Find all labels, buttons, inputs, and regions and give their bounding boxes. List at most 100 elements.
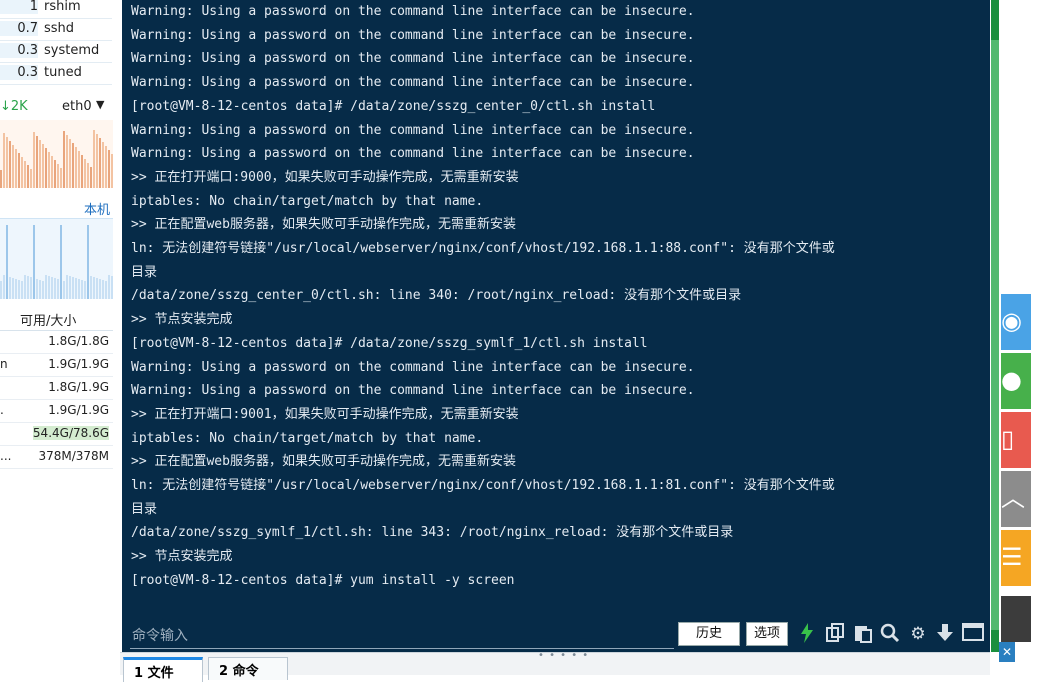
terminal-line: Warning: Using a password on the command…: [131, 146, 695, 162]
disk-row[interactable]: n 1.9G/1.9G: [0, 354, 113, 377]
menu-icon: ☰: [1001, 543, 1023, 571]
command-input[interactable]: [130, 624, 674, 649]
network-bar: [45, 148, 47, 188]
network-bar: [78, 151, 80, 188]
process-name: rshim: [44, 0, 81, 14]
io-bar: [84, 281, 86, 299]
caret-down-icon[interactable]: ▼: [96, 98, 104, 111]
terminal-line: >> 节点安装完成: [131, 312, 233, 328]
bottom-tab-strip: • • • • • 1 文件 2 命令: [120, 650, 990, 682]
disk-table-header: 可用/大小: [0, 306, 113, 331]
copy-icon[interactable]: [824, 623, 846, 645]
local-link[interactable]: 本机: [84, 199, 110, 218]
search-icon[interactable]: [879, 623, 901, 645]
disk-row[interactable]: 1.8G/1.9G: [0, 377, 113, 400]
io-bar: [105, 281, 107, 299]
terminal-line: >> 正在打开端口:9001，如果失败可手动操作完成，无需重新安装: [131, 406, 519, 422]
terminal-line: iptables: No chain/target/match by that …: [131, 430, 484, 446]
process-name: tuned: [44, 65, 82, 80]
close-icon[interactable]: ✕: [999, 642, 1015, 662]
io-bar: [54, 278, 56, 299]
disk-row[interactable]: 54.4G/78.6G: [0, 423, 113, 446]
network-bars: [0, 130, 113, 188]
network-bar: [54, 160, 56, 188]
process-mem: 1: [0, 0, 38, 14]
back-to-top-button[interactable]: ︿: [1001, 471, 1031, 527]
disk-usage: 1.9G/1.9G: [48, 357, 109, 371]
process-row[interactable]: 0.3 tuned: [0, 62, 112, 85]
disk-usage: 1.8G/1.8G: [48, 334, 109, 348]
download-rate: ↓2K: [0, 99, 28, 114]
io-bar: [33, 225, 35, 299]
process-row[interactable]: 1 rshim: [0, 0, 112, 19]
terminal-line: 目录: [131, 501, 158, 517]
lightning-icon[interactable]: [796, 623, 818, 645]
process-mem: 0.3: [0, 65, 38, 80]
io-bar: [36, 279, 38, 299]
disk-usage: 1.8G/1.9G: [48, 380, 109, 394]
io-bar: [18, 280, 20, 299]
process-row[interactable]: 0.3 systemd: [0, 40, 112, 63]
io-bar: [27, 276, 29, 299]
phone-button[interactable]: ▯: [1001, 412, 1031, 468]
disk-name: n: [0, 357, 8, 371]
network-bar: [72, 143, 74, 188]
network-bar: [48, 152, 50, 188]
disk-row[interactable]: 1.8G/1.8G: [0, 331, 113, 354]
terminal-line: >> 正在打开端口:9000，如果失败可手动操作完成，无需重新安装: [131, 169, 519, 185]
process-mem: 0.7: [0, 21, 38, 36]
terminal-line: /data/zone/sszg_symlf_1/ctl.sh: line 343…: [131, 525, 734, 541]
paste-icon[interactable]: [852, 623, 874, 645]
chevron-up-icon: ︿: [1001, 484, 1025, 512]
process-name: sshd: [44, 21, 75, 36]
terminal-output: Warning: Using a password on the command…: [131, 0, 986, 593]
network-bar: [81, 155, 83, 188]
terminal-line: Warning: Using a password on the command…: [131, 75, 695, 91]
tab-commands[interactable]: 2 命令: [208, 657, 288, 680]
network-bar: [51, 156, 53, 188]
disk-row[interactable]: . 1.9G/1.9G: [0, 400, 113, 423]
terminal-line: [root@VM-8-12-centos data]# /data/zone/s…: [131, 98, 656, 114]
terminal-window[interactable]: Warning: Using a password on the command…: [122, 0, 990, 652]
process-row[interactable]: 0.7 sshd: [0, 18, 112, 41]
network-bar: [33, 132, 35, 188]
network-bar: [87, 163, 89, 188]
network-bar: [57, 164, 59, 188]
terminal-line: iptables: No chain/target/match by that …: [131, 193, 484, 209]
network-bar: [12, 145, 14, 188]
process-name: systemd: [44, 43, 100, 58]
disk-row[interactable]: ... 378M/378M: [0, 446, 113, 469]
terminal-line: Warning: Using a password on the command…: [131, 383, 695, 399]
arrow-down-icon[interactable]: [934, 623, 956, 645]
disk-usage: 378M/378M: [38, 449, 109, 463]
scrollbar-thumb[interactable]: [991, 40, 999, 630]
arrow-down-icon: ↓: [0, 99, 11, 114]
terminal-line: >> 正在配置web服务器，如果失败可手动操作完成，无需重新安装: [131, 454, 516, 470]
qq-button[interactable]: ◉: [1001, 294, 1031, 350]
network-bar: [93, 130, 95, 188]
phone-icon: ▯: [1001, 425, 1015, 453]
gear-icon[interactable]: ⚙: [907, 623, 929, 645]
command-bar: 历史 选项 ⚙: [122, 620, 990, 652]
window-icon[interactable]: [962, 623, 984, 645]
menu-button[interactable]: ☰: [1001, 530, 1031, 586]
io-bars: [0, 225, 113, 299]
terminal-line: ln: 无法创建符号链接"/usr/local/webserver/nginx/…: [131, 241, 835, 257]
wechat-button[interactable]: ●: [1001, 353, 1031, 409]
drag-handle[interactable]: • • • • •: [538, 650, 589, 661]
tab-files[interactable]: 1 文件: [123, 657, 203, 682]
network-bar: [0, 170, 2, 188]
options-button[interactable]: 选项: [746, 622, 788, 646]
io-bar: [87, 225, 89, 299]
left-monitor-panel: 1 rshim 0.7 sshd 0.3 systemd 0.3 tuned ↓…: [0, 0, 120, 674]
history-button[interactable]: 历史: [678, 622, 740, 646]
io-bar: [90, 276, 92, 299]
network-bar: [63, 131, 65, 188]
network-bar: [42, 144, 44, 188]
network-bar: [36, 136, 38, 188]
disk-name: .: [0, 403, 4, 417]
network-bar: [99, 138, 101, 188]
process-mem: 0.3: [0, 43, 38, 58]
interface-select[interactable]: eth0: [62, 99, 92, 114]
io-bar: [42, 281, 44, 299]
